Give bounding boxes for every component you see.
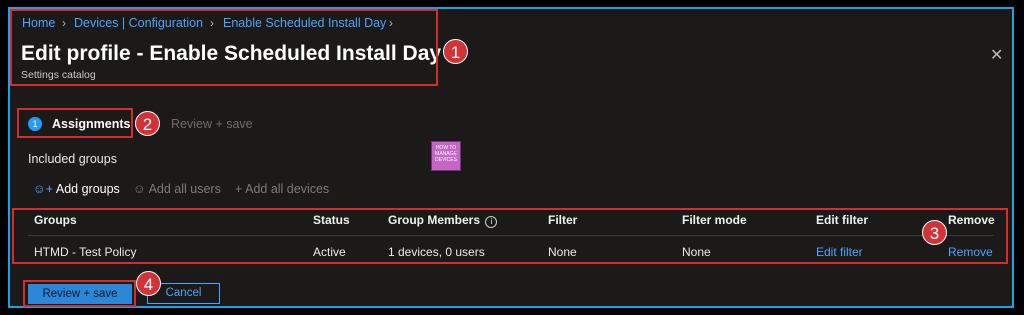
close-icon[interactable]: ✕ xyxy=(990,45,1003,65)
annotation-box-review-save xyxy=(23,280,136,307)
all-users-icon: ☺ xyxy=(133,182,146,196)
tab-review-save[interactable]: Review + save xyxy=(171,117,253,131)
add-all-users-button[interactable]: ☺ Add all users xyxy=(133,182,221,196)
callout-3: 3 xyxy=(922,220,947,245)
add-all-users-label: Add all users xyxy=(148,182,221,196)
callout-2: 2 xyxy=(135,111,160,136)
add-all-devices-button[interactable]: + Add all devices xyxy=(235,182,329,196)
annotation-box-assignments xyxy=(17,108,133,138)
add-groups-button[interactable]: ☺+ Add groups xyxy=(33,182,120,196)
plus-icon: + xyxy=(235,182,243,196)
annotation-box-header xyxy=(10,9,438,86)
callout-4: 4 xyxy=(136,271,161,296)
callout-1: 1 xyxy=(443,39,468,64)
logo: HOW TO MANAGE DEVICES xyxy=(431,141,461,171)
add-groups-label: Add groups xyxy=(55,182,120,196)
add-all-devices-label: Add all devices xyxy=(245,182,330,196)
included-groups-label: Included groups xyxy=(28,152,117,166)
add-user-icon: ☺+ xyxy=(33,182,54,196)
annotation-box-table xyxy=(12,208,1008,264)
